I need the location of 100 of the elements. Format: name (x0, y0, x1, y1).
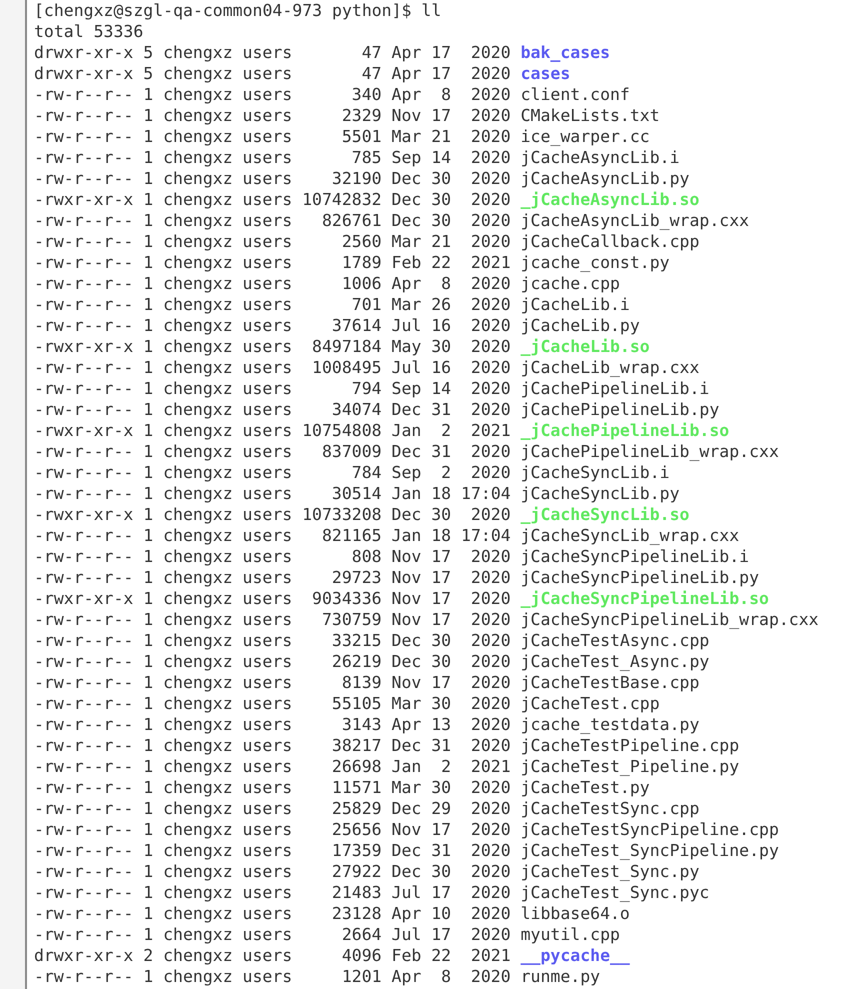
permissions: -rw-r--r-- (34, 378, 134, 399)
owner-name: chengxz (163, 546, 233, 567)
day: 30 (431, 861, 452, 882)
permissions: -rw-r--r-- (34, 231, 134, 252)
group-name: users (242, 42, 292, 63)
year-or-time: 2020 (470, 168, 511, 189)
day: 30 (431, 504, 452, 525)
link-count: 1 (143, 168, 154, 189)
year-or-time: 2020 (470, 126, 511, 147)
file-name: jCacheSyncPipelineLib.i (520, 546, 750, 567)
year-or-time: 2020 (470, 630, 511, 651)
link-count: 1 (143, 525, 154, 546)
permissions: -rw-r--r-- (34, 882, 134, 903)
link-count: 1 (143, 420, 154, 441)
permissions: -rwxr-xr-x (34, 504, 134, 525)
file-size: 34074 (330, 399, 382, 420)
day: 31 (431, 735, 452, 756)
month: Dec (392, 840, 422, 861)
permissions: drwxr-xr-x (34, 42, 134, 63)
file-size: 1008495 (311, 357, 382, 378)
month: Mar (392, 294, 422, 315)
permissions: -rw-r--r-- (34, 693, 134, 714)
file-size: 23128 (330, 903, 382, 924)
permissions: -rwxr-xr-x (34, 336, 134, 357)
month: Dec (392, 861, 422, 882)
file-name: jCacheTest_Sync.pyc (520, 882, 710, 903)
year-or-time: 2020 (470, 105, 511, 126)
file-size: 794 (350, 378, 382, 399)
file-name: jCacheTest_Pipeline.py (520, 756, 740, 777)
file-name: jcache.cpp (520, 273, 620, 294)
day: 21 (431, 126, 452, 147)
group-name: users (242, 546, 292, 567)
file-name: jCacheTest_SyncPipeline.py (520, 840, 779, 861)
group-name: users (242, 882, 292, 903)
permissions: -rwxr-xr-x (34, 420, 134, 441)
file-name: jCacheSyncPipelineLib_wrap.cxx (520, 609, 819, 630)
month: Dec (392, 735, 422, 756)
file-name: jCacheTestSyncPipeline.cpp (520, 819, 779, 840)
day: 10 (431, 903, 452, 924)
year-or-time: 2021 (470, 945, 511, 966)
month: Jan (392, 483, 422, 504)
day: 17 (431, 567, 452, 588)
link-count: 1 (143, 126, 154, 147)
link-count: 1 (143, 840, 154, 861)
permissions: -rw-r--r-- (34, 315, 134, 336)
year-or-time: 2020 (470, 336, 511, 357)
day: 18 (431, 483, 452, 504)
permissions: -rw-r--r-- (34, 903, 134, 924)
group-name: users (242, 630, 292, 651)
file-name: jCachePipelineLib.i (520, 378, 710, 399)
month: Apr (392, 84, 422, 105)
link-count: 1 (143, 651, 154, 672)
group-name: users (242, 315, 292, 336)
permissions: -rw-r--r-- (34, 357, 134, 378)
day: 8 (431, 273, 452, 294)
link-count: 1 (143, 903, 154, 924)
year-or-time: 2020 (470, 714, 511, 735)
file-name: runme.py (520, 966, 600, 987)
month: Apr (392, 903, 422, 924)
group-name: users (242, 693, 292, 714)
group-name: users (242, 441, 292, 462)
permissions: -rw-r--r-- (34, 399, 134, 420)
file-size: 808 (350, 546, 382, 567)
group-name: users (242, 966, 292, 987)
month: Dec (392, 630, 422, 651)
owner-name: chengxz (163, 861, 233, 882)
owner-name: chengxz (163, 966, 233, 987)
permissions: -rw-r--r-- (34, 126, 134, 147)
group-name: users (242, 798, 292, 819)
day: 22 (431, 252, 452, 273)
permissions: -rw-r--r-- (34, 861, 134, 882)
group-name: users (242, 357, 292, 378)
year-or-time: 2020 (470, 189, 511, 210)
file-size: 837009 (320, 441, 382, 462)
permissions: -rw-r--r-- (34, 798, 134, 819)
file-size: 2329 (340, 105, 382, 126)
owner-name: chengxz (163, 609, 233, 630)
file-name: jCacheTestBase.cpp (520, 672, 700, 693)
owner-name: chengxz (163, 840, 233, 861)
file-name: jCacheTest.cpp (520, 693, 660, 714)
file-size: 32190 (330, 168, 382, 189)
day: 17 (431, 105, 452, 126)
link-count: 1 (143, 966, 154, 987)
file-size: 47 (360, 63, 382, 84)
day: 17 (431, 546, 452, 567)
file-size: 2560 (340, 231, 382, 252)
permissions: -rw-r--r-- (34, 777, 134, 798)
file-size: 33215 (330, 630, 382, 651)
permissions: drwxr-xr-x (34, 945, 134, 966)
owner-name: chengxz (163, 378, 233, 399)
year-or-time: 2020 (470, 504, 511, 525)
file-size: 784 (350, 462, 382, 483)
group-name: users (242, 126, 292, 147)
year-or-time: 2020 (470, 315, 511, 336)
file-name: jCacheLib.py (520, 315, 640, 336)
month: Apr (392, 714, 422, 735)
day: 17 (431, 42, 452, 63)
file-name: jcache_testdata.py (520, 714, 700, 735)
file-name: _jCacheSyncPipelineLib.so (520, 588, 769, 609)
file-size: 29723 (330, 567, 382, 588)
